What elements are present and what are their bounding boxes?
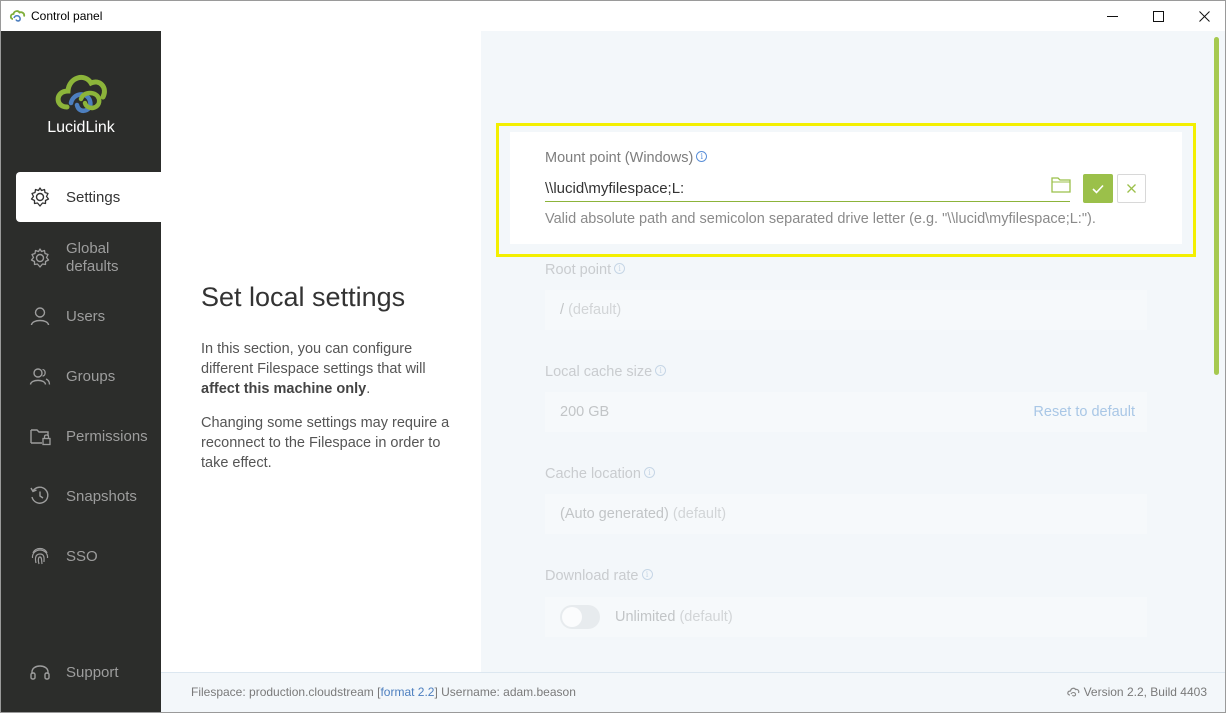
mount-point-card: Mount point (Windows)i Valid absolute pa… bbox=[510, 132, 1182, 244]
headset-icon bbox=[28, 660, 52, 684]
sidebar-item-label: Global defaults bbox=[66, 240, 119, 275]
sidebar-item-settings[interactable]: Settings bbox=[16, 172, 161, 222]
filespace-info: Filespace: production.cloudstream [forma… bbox=[191, 685, 576, 699]
mount-point-input[interactable] bbox=[545, 175, 1070, 202]
download-rate-toggle[interactable] bbox=[560, 605, 600, 629]
default-tag: (default) bbox=[568, 302, 622, 318]
lucidlink-logo: LucidLink bbox=[1, 69, 161, 149]
cache-location-value: (Auto generated) bbox=[560, 506, 669, 522]
settings-panel: Mount point (Windows)i Valid absolute pa… bbox=[481, 31, 1212, 672]
root-point-label-text: Root point bbox=[545, 262, 612, 278]
root-point-label: Root point i bbox=[545, 262, 626, 278]
lucidlink-app-icon bbox=[9, 10, 26, 22]
minimize-button[interactable] bbox=[1089, 1, 1135, 32]
reconnect-note: Changing some settings may require a rec… bbox=[201, 415, 450, 471]
user-icon bbox=[28, 304, 52, 328]
intro-bold-text: affect this machine only bbox=[201, 381, 367, 397]
sidebar-item-users[interactable]: Users bbox=[16, 291, 161, 341]
sidebar-item-support[interactable]: Support bbox=[16, 647, 161, 697]
download-rate-label: Download rate i bbox=[545, 568, 653, 584]
scrollbar-thumb[interactable] bbox=[1214, 37, 1219, 375]
info-icon[interactable]: i bbox=[643, 467, 655, 478]
group-icon bbox=[28, 364, 52, 388]
lucidlink-small-icon bbox=[1066, 687, 1079, 697]
format-link[interactable]: format 2.2 bbox=[380, 685, 434, 699]
logo-text: LucidLink bbox=[47, 119, 115, 136]
info-icon[interactable]: i bbox=[614, 263, 626, 274]
sidebar-item-snapshots[interactable]: Snapshots bbox=[16, 471, 161, 521]
close-x-icon bbox=[1127, 184, 1136, 193]
minimize-icon bbox=[1106, 15, 1118, 17]
cache-size-label: Local cache size i bbox=[545, 364, 667, 380]
sidebar-item-permissions[interactable]: Permissions bbox=[16, 411, 161, 461]
sidebar-item-label: Users bbox=[66, 307, 106, 325]
folder-browse-icon[interactable] bbox=[1051, 176, 1071, 193]
default-tag: (default) bbox=[672, 506, 727, 522]
fingerprint-icon bbox=[28, 544, 52, 568]
maximize-button[interactable] bbox=[1135, 1, 1181, 32]
download-rate-label-text: Download rate bbox=[545, 568, 639, 584]
download-rate-field: Unlimited (default) bbox=[545, 597, 1147, 637]
sidebar-item-label: Snapshots bbox=[66, 487, 137, 505]
close-button[interactable] bbox=[1181, 1, 1226, 32]
intro-section: Set local settings In this section, you … bbox=[161, 31, 481, 672]
default-tag: (default) bbox=[679, 609, 733, 625]
sidebar-item-global-defaults[interactable]: Global defaults bbox=[16, 232, 161, 284]
window-title: Control panel bbox=[31, 9, 103, 23]
mount-point-label-text: Mount point (Windows) bbox=[545, 150, 694, 166]
title-bar: Control panel bbox=[0, 0, 1226, 31]
cache-location-field[interactable]: (Auto generated) (default) bbox=[545, 494, 1147, 534]
sidebar-item-label: Support bbox=[66, 663, 119, 681]
info-icon[interactable]: i bbox=[655, 365, 667, 376]
version-text: Version 2.2, Build 4403 bbox=[1083, 685, 1207, 699]
maximize-icon bbox=[1152, 11, 1164, 22]
global-gear-icon bbox=[28, 246, 52, 270]
version-info: Version 2.2, Build 4403 bbox=[1066, 685, 1207, 699]
page-title: Set local settings bbox=[201, 282, 406, 312]
sidebar: LucidLink Settings Global defaults Users… bbox=[1, 31, 161, 712]
check-icon bbox=[1092, 184, 1104, 194]
sidebar-item-groups[interactable]: Groups bbox=[16, 351, 161, 401]
cache-location-label-text: Cache location bbox=[545, 466, 641, 482]
folder-lock-icon bbox=[28, 424, 52, 448]
status-footer: Filespace: production.cloudstream [forma… bbox=[161, 672, 1225, 712]
mount-point-label: Mount point (Windows) i bbox=[545, 150, 708, 166]
confirm-button[interactable] bbox=[1083, 174, 1113, 203]
cancel-button[interactable] bbox=[1117, 174, 1146, 203]
info-icon[interactable]: i bbox=[696, 151, 708, 162]
cache-size-label-text: Local cache size bbox=[545, 364, 653, 380]
cache-size-field[interactable]: 200 GB Reset to default bbox=[545, 392, 1147, 432]
intro-paragraph: In this section, you can configure diffe… bbox=[201, 339, 461, 399]
intro-text-end: . bbox=[366, 381, 371, 397]
cache-size-value: 200 GB bbox=[560, 404, 610, 420]
sidebar-item-label: Groups bbox=[66, 367, 116, 385]
sidebar-item-label: Settings bbox=[66, 188, 121, 206]
info-icon[interactable]: i bbox=[641, 569, 653, 580]
lucidlink-logo-icon bbox=[55, 74, 107, 114]
cache-location-label: Cache location i bbox=[545, 466, 655, 482]
root-point-value: / bbox=[560, 302, 565, 318]
sidebar-item-sso[interactable]: SSO bbox=[16, 531, 161, 581]
history-icon bbox=[28, 484, 52, 508]
mount-point-hint: Valid absolute path and semicolon separa… bbox=[545, 211, 1096, 227]
root-point-field[interactable]: / (default) bbox=[545, 290, 1147, 330]
username-text: ] Username: adam.beason bbox=[434, 685, 576, 699]
sidebar-item-label: Permissions bbox=[66, 427, 148, 445]
download-rate-value: Unlimited bbox=[615, 609, 676, 625]
close-icon bbox=[1198, 11, 1210, 22]
intro-text: In this section, you can configure diffe… bbox=[201, 341, 426, 377]
sidebar-item-label: SSO bbox=[66, 547, 98, 565]
filespace-text: Filespace: production.cloudstream [ bbox=[191, 685, 381, 699]
gear-icon bbox=[28, 185, 52, 209]
reset-to-default-link[interactable]: Reset to default bbox=[1033, 404, 1135, 420]
